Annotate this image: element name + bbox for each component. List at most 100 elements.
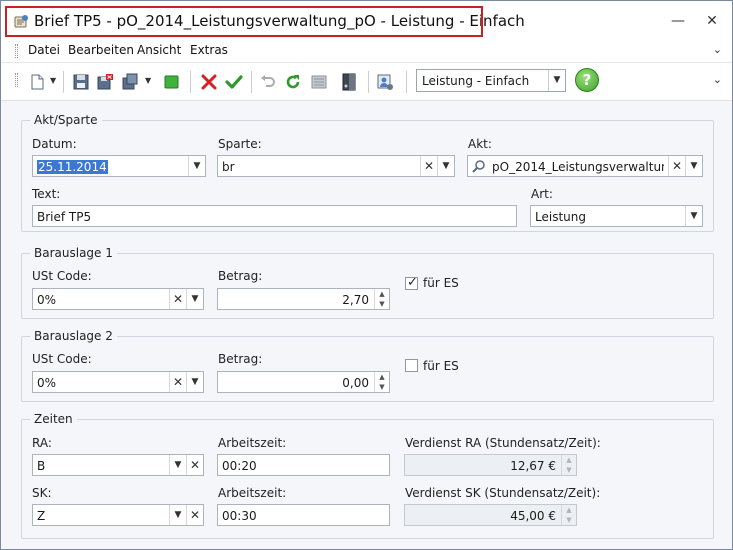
text-value: Brief TP5 [37,210,92,224]
fuer-es-checkbox[interactable]: ✓ [405,275,418,290]
datum-field[interactable]: 25.11.2014 ▼ [32,155,206,177]
undo-icon[interactable] [258,72,278,92]
group-title: Barauslage 1 [30,246,117,260]
datum-label: Datum: [32,137,77,151]
new-document-icon[interactable] [27,72,47,92]
chevron-down-icon[interactable]: ▼ [169,505,186,525]
text-field[interactable]: Brief TP5 [32,205,517,227]
sk-field[interactable]: Z ▼ ✕ [32,504,204,526]
chevron-down-icon[interactable]: ▼ [186,372,203,392]
chevron-down-icon[interactable]: ▼ [685,156,702,176]
sk-arbeitszeit-value: 00:30 [222,509,257,523]
title-bar: Brief TP5 - pO_2014_Leistungsverwaltung_… [1,1,732,39]
ust-code-label: USt Code: [32,269,92,283]
arbeitszeit-label: Arbeitszeit: [218,486,287,500]
toolbar-separator [63,71,64,93]
sk-value: Z [37,509,46,523]
chevron-down-icon[interactable]: ▼ [186,289,203,309]
sparte-field[interactable]: br ✕ ▼ [217,155,455,177]
confirm-check-icon[interactable] [224,72,244,92]
chevron-down-icon[interactable]: ▼ [548,70,565,91]
art-field[interactable]: Leistung ▼ [530,205,703,227]
group-title: Barauslage 2 [30,329,117,343]
save-as-dropdown-chevron-icon[interactable]: ▼ [145,76,151,85]
ust-code-field[interactable]: 0% ✕ ▼ [32,371,204,393]
akt-field[interactable]: pO_2014_Leistungsverwaltung... ✕ ▼ [467,155,703,177]
art-label: Art: [531,187,553,201]
toolbar-separator [251,71,252,93]
layout-combo[interactable]: Leistung - Einfach ▼ [416,69,566,92]
art-value: Leistung [535,210,586,224]
clear-icon[interactable]: ✕ [169,289,186,309]
betrag-label: Betrag: [218,352,263,366]
menu-ansicht[interactable]: Ansicht [137,43,181,57]
ra-field[interactable]: B ▼ ✕ [32,454,204,476]
title-highlight-frame [5,6,483,37]
betrag-field[interactable]: 0,00 ▲ ▼ [217,371,390,393]
save-as-icon[interactable] [120,72,140,92]
verdienst-sk-value: 45,00 € [510,509,556,523]
green-square-icon[interactable] [162,72,182,92]
ra-label: RA: [32,436,52,450]
delete-icon[interactable] [199,72,219,92]
ra-value: B [37,459,46,473]
chevron-down-icon[interactable]: ▼ [685,206,702,226]
menu-bar: Datei Bearbeiten Ansicht Extras ⌄ [1,39,732,63]
ust-code-label: USt Code: [32,352,92,366]
clear-icon[interactable]: ✕ [169,372,186,392]
search-icon[interactable] [472,159,486,173]
sk-arbeitszeit-field[interactable]: 00:30 [217,504,390,526]
menu-extras[interactable]: Extras [190,43,228,57]
list-view-icon[interactable] [309,72,329,92]
sk-label: SK: [32,486,52,500]
clear-icon[interactable]: ✕ [668,156,685,176]
chevron-down-icon[interactable]: ▼ [437,156,454,176]
help-button[interactable]: ? [575,68,599,92]
save-close-icon[interactable] [95,72,115,92]
verdienst-ra-value: 12,67 € [510,459,556,473]
arbeitszeit-label: Arbeitszeit: [218,436,287,450]
verdienst-sk-field: 45,00 € ▲ ▼ [404,504,577,526]
close-button[interactable]: ✕ [702,11,722,31]
chevron-down-icon[interactable]: ▼ [169,455,186,475]
betrag-field[interactable]: 2,70 ▲ ▼ [217,288,390,310]
menu-datei[interactable]: Datei [28,43,60,57]
ra-arbeitszeit-field[interactable]: 00:20 [217,454,390,476]
toolbar-separator [190,71,191,93]
toolbar: ▼ ▼ [1,63,732,101]
binder-icon[interactable] [339,72,359,92]
clear-icon[interactable]: ✕ [186,455,203,475]
betrag-label: Betrag: [218,269,263,283]
refresh-icon[interactable] [283,72,303,92]
toolbar-grip [15,73,18,87]
ust-code-value: 0% [37,293,57,307]
new-dropdown-chevron-icon[interactable]: ▼ [50,76,56,85]
menu-grip [15,44,18,58]
ust-code-field[interactable]: 0% ✕ ▼ [32,288,204,310]
chevron-down-icon[interactable]: ▼ [188,156,205,176]
clear-icon[interactable]: ✕ [420,156,437,176]
betrag-stepper[interactable]: ▲ ▼ [374,289,389,309]
toolbar-overflow-icon[interactable]: ⌄ [713,73,722,86]
verdienst-ra-stepper: ▲ ▼ [561,455,576,475]
layout-combo-value: Leistung - Einfach [422,74,530,88]
menu-bearbeiten[interactable]: Bearbeiten [68,43,134,57]
datum-value: 25.11.2014 [37,160,108,174]
clear-icon[interactable]: ✕ [186,505,203,525]
checkmark-icon: ✓ [407,275,418,290]
verdienst-sk-label: Verdienst SK (Stundensatz/Zeit): [405,486,601,500]
menu-overflow-icon[interactable]: ⌄ [713,43,722,56]
akt-value: pO_2014_Leistungsverwaltung... [492,160,664,174]
user-settings-icon[interactable] [375,72,395,92]
fuer-es-label: für ES [423,276,459,290]
betrag-stepper[interactable]: ▲ ▼ [374,372,389,392]
verdienst-ra-field: 12,67 € ▲ ▼ [404,454,577,476]
text-label: Text: [32,187,61,201]
save-icon[interactable] [71,72,91,92]
fuer-es-label: für ES [423,359,459,373]
fuer-es-checkbox[interactable] [405,359,418,372]
minimize-button[interactable]: — [668,11,688,31]
ust-code-value: 0% [37,376,57,390]
group-title: Akt/Sparte [30,113,102,127]
sparte-label: Sparte: [218,137,262,151]
